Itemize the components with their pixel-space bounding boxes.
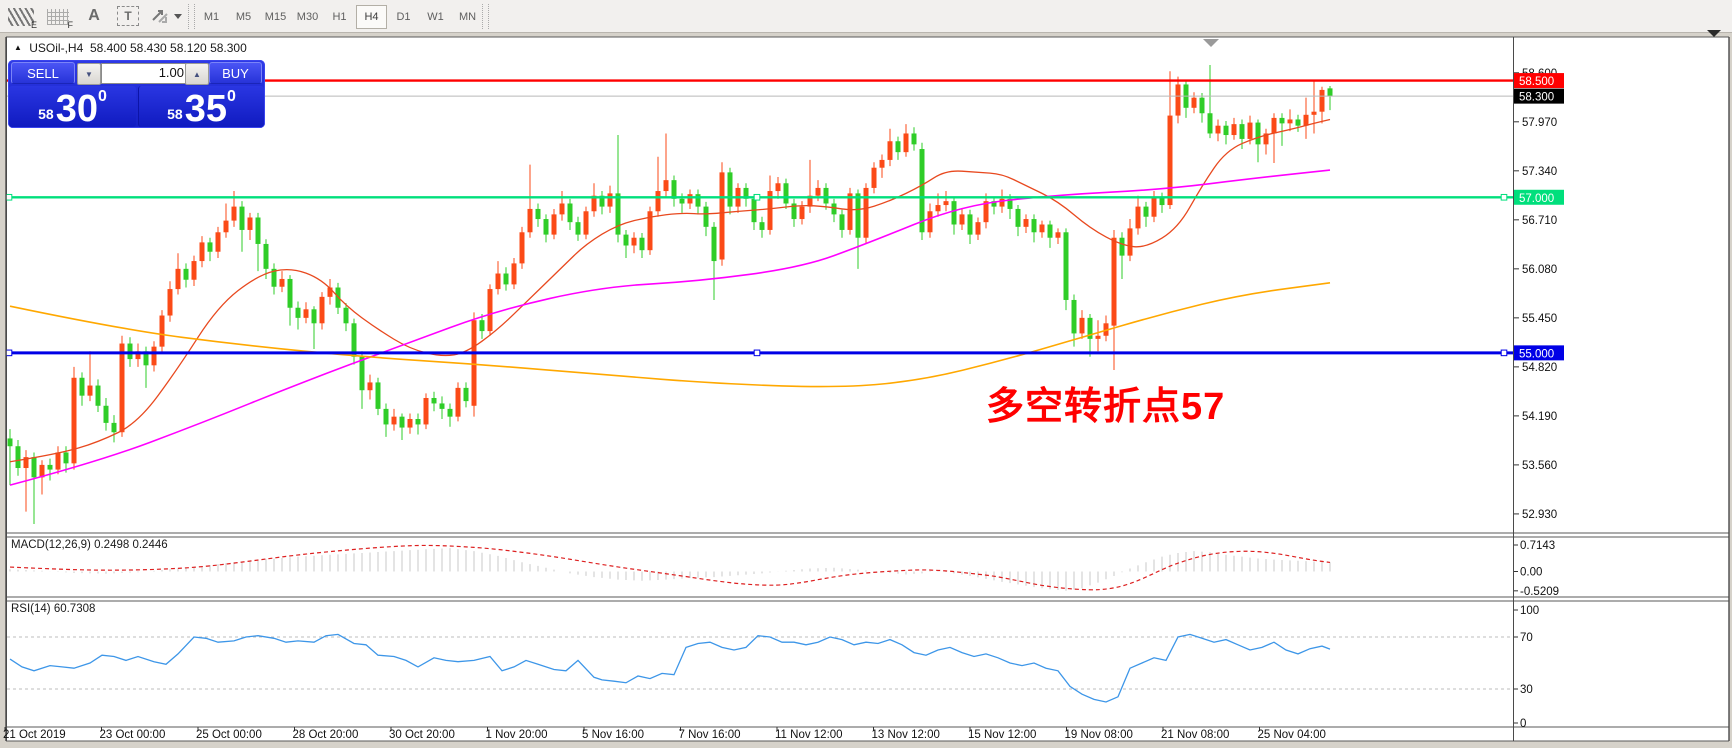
symbol-info: ▲ USOil-,H4 58.400 58.430 58.120 58.300: [14, 41, 247, 55]
svg-text:56.080: 56.080: [1522, 264, 1557, 276]
buy-price-big: 35: [185, 94, 227, 124]
collapse-arrow-icon[interactable]: ▲: [14, 43, 22, 52]
sell-button[interactable]: SELL: [11, 62, 75, 84]
svg-text:30: 30: [1520, 684, 1533, 696]
svg-text:52.930: 52.930: [1522, 509, 1557, 521]
svg-text:54.820: 54.820: [1522, 362, 1557, 374]
svg-text:13 Nov 12:00: 13 Nov 12:00: [872, 729, 940, 741]
one-click-trading-panel: SELL ▼ 1.00 ▲ BUY 58 30 0 58 35 0: [8, 60, 265, 128]
mt4-terminal: E F A T M1M5M15M30H1H4D1W1MN 58.60057.97…: [0, 0, 1732, 748]
svg-text:57.340: 57.340: [1522, 166, 1557, 178]
svg-text:11 Nov 12:00: 11 Nov 12:00: [775, 729, 843, 741]
sell-price-box[interactable]: 58 30 0: [9, 86, 136, 127]
svg-text:58.500: 58.500: [1519, 76, 1554, 88]
svg-text:53.560: 53.560: [1522, 460, 1557, 472]
rsi-label: RSI(14) 60.7308: [11, 603, 95, 615]
sell-price-sup: 0: [98, 88, 107, 106]
buy-price-sup: 0: [227, 88, 236, 106]
svg-text:19 Nov 08:00: 19 Nov 08:00: [1065, 729, 1133, 741]
buy-price-prefix: 58: [167, 106, 183, 122]
hline-handle[interactable]: [6, 194, 12, 200]
hline-handle[interactable]: [6, 350, 12, 356]
volume-input[interactable]: 1.00: [101, 63, 189, 84]
svg-text:7 Nov 16:00: 7 Nov 16:00: [679, 729, 741, 741]
svg-text:28 Oct 20:00: 28 Oct 20:00: [293, 729, 359, 741]
chart-text-annotation[interactable]: 多空转折点57: [986, 375, 1225, 430]
svg-text:1 Nov 20:00: 1 Nov 20:00: [486, 729, 548, 741]
svg-text:25 Nov 04:00: 25 Nov 04:00: [1258, 729, 1326, 741]
svg-text:15 Nov 12:00: 15 Nov 12:00: [968, 729, 1036, 741]
price-badge-58.300: 58.300: [1514, 89, 1564, 104]
volume-increase-button[interactable]: ▲: [185, 63, 209, 85]
svg-text:0.7143: 0.7143: [1520, 540, 1555, 552]
svg-text:54.190: 54.190: [1522, 411, 1557, 423]
sell-price-big: 30: [56, 94, 98, 124]
svg-text:55.000: 55.000: [1519, 348, 1554, 360]
svg-text:70: 70: [1520, 632, 1533, 644]
price-badge-57.000: 57.000: [1514, 190, 1564, 205]
svg-text:0.00: 0.00: [1520, 567, 1542, 579]
svg-text:5 Nov 16:00: 5 Nov 16:00: [582, 729, 644, 741]
buy-price-box[interactable]: 58 35 0: [138, 86, 264, 127]
svg-text:21 Oct 2019: 21 Oct 2019: [3, 729, 66, 741]
svg-text:23 Oct 00:00: 23 Oct 00:00: [100, 729, 166, 741]
spinner-up-icon: ▲: [193, 70, 201, 79]
sell-price-prefix: 58: [38, 106, 54, 122]
hline-handle[interactable]: [754, 194, 760, 200]
price-badge-58.500: 58.500: [1514, 73, 1564, 88]
symbol-ohlc: 58.400 58.430 58.120 58.300: [90, 41, 247, 55]
svg-text:21 Nov 08:00: 21 Nov 08:00: [1161, 729, 1229, 741]
hline-handle[interactable]: [754, 350, 760, 356]
volume-decrease-button[interactable]: ▼: [77, 63, 101, 85]
chart-background: [7, 37, 1729, 741]
price-badge-55.000: 55.000: [1514, 345, 1564, 360]
svg-text:58.300: 58.300: [1519, 92, 1554, 104]
svg-text:57.970: 57.970: [1522, 117, 1557, 129]
svg-text:57.000: 57.000: [1519, 193, 1554, 205]
svg-text:56.710: 56.710: [1522, 215, 1557, 227]
svg-text:55.450: 55.450: [1522, 313, 1557, 325]
svg-text:-0.5209: -0.5209: [1520, 586, 1559, 598]
symbol-name: USOil-,H4: [29, 41, 83, 55]
scroll-to-end-icon[interactable]: [1707, 30, 1721, 37]
hline-handle[interactable]: [1501, 194, 1507, 200]
svg-text:100: 100: [1520, 605, 1539, 617]
svg-text:0: 0: [1520, 718, 1526, 730]
macd-label: MACD(12,26,9) 0.2498 0.2446: [11, 539, 168, 551]
svg-text:25 Oct 00:00: 25 Oct 00:00: [196, 729, 262, 741]
spinner-down-icon: ▼: [85, 70, 93, 79]
buy-button[interactable]: BUY: [209, 62, 262, 84]
hline-handle[interactable]: [1501, 350, 1507, 356]
svg-text:30 Oct 20:00: 30 Oct 20:00: [389, 729, 455, 741]
trade-controls-row: SELL ▼ 1.00 ▲ BUY: [8, 60, 265, 86]
